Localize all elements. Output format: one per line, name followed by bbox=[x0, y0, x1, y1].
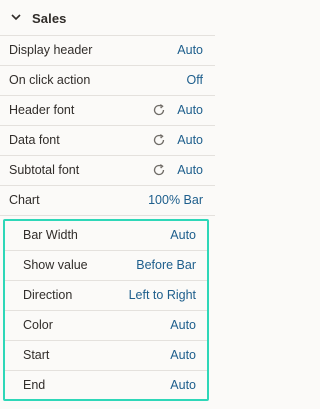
property-value[interactable]: Auto bbox=[170, 318, 196, 332]
chart-option-end[interactable]: End Auto bbox=[4, 371, 209, 401]
reset-icon[interactable] bbox=[152, 163, 166, 177]
property-value[interactable]: Auto bbox=[177, 43, 203, 57]
property-value[interactable]: 100% Bar bbox=[148, 193, 203, 207]
property-value[interactable]: Auto bbox=[177, 163, 203, 177]
property-value[interactable]: Auto bbox=[177, 133, 203, 147]
property-label: Show value bbox=[23, 258, 88, 272]
property-row-data-font[interactable]: Data font Auto bbox=[0, 126, 215, 156]
chevron-down-icon[interactable] bbox=[11, 12, 21, 22]
property-value[interactable]: Auto bbox=[170, 378, 196, 392]
property-label: Chart bbox=[9, 193, 40, 207]
property-value[interactable]: Auto bbox=[170, 348, 196, 362]
property-value[interactable]: Auto bbox=[170, 228, 196, 242]
property-row-display-header[interactable]: Display header Auto bbox=[0, 36, 215, 66]
reset-icon[interactable] bbox=[152, 133, 166, 147]
chart-option-show-value[interactable]: Show value Before Bar bbox=[4, 251, 209, 281]
section-title: Sales bbox=[32, 11, 67, 26]
property-label: Color bbox=[23, 318, 53, 332]
property-value[interactable]: Left to Right bbox=[129, 288, 196, 302]
property-row-header-font[interactable]: Header font Auto bbox=[0, 96, 215, 126]
chart-option-bar-width[interactable]: Bar Width Auto bbox=[4, 221, 209, 251]
chart-option-color[interactable]: Color Auto bbox=[4, 311, 209, 341]
property-label: Subtotal font bbox=[9, 163, 80, 177]
property-label: Display header bbox=[9, 43, 93, 57]
property-row-subtotal-font[interactable]: Subtotal font Auto bbox=[0, 156, 215, 186]
property-label: Bar Width bbox=[23, 228, 78, 242]
reset-icon[interactable] bbox=[152, 103, 166, 117]
section-header-sales[interactable]: Sales bbox=[0, 0, 215, 36]
property-label: Start bbox=[23, 348, 50, 362]
property-label: On click action bbox=[9, 73, 91, 87]
property-value[interactable]: Before Bar bbox=[136, 258, 196, 272]
property-label: Data font bbox=[9, 133, 60, 147]
property-label: Direction bbox=[23, 288, 73, 302]
property-label: Header font bbox=[9, 103, 75, 117]
property-value[interactable]: Auto bbox=[177, 103, 203, 117]
property-row-on-click-action[interactable]: On click action Off bbox=[0, 66, 215, 96]
property-value[interactable]: Off bbox=[187, 73, 203, 87]
chart-option-start[interactable]: Start Auto bbox=[4, 341, 209, 371]
chart-option-direction[interactable]: Direction Left to Right bbox=[4, 281, 209, 311]
property-row-chart[interactable]: Chart 100% Bar bbox=[0, 186, 215, 216]
property-label: End bbox=[23, 378, 46, 392]
